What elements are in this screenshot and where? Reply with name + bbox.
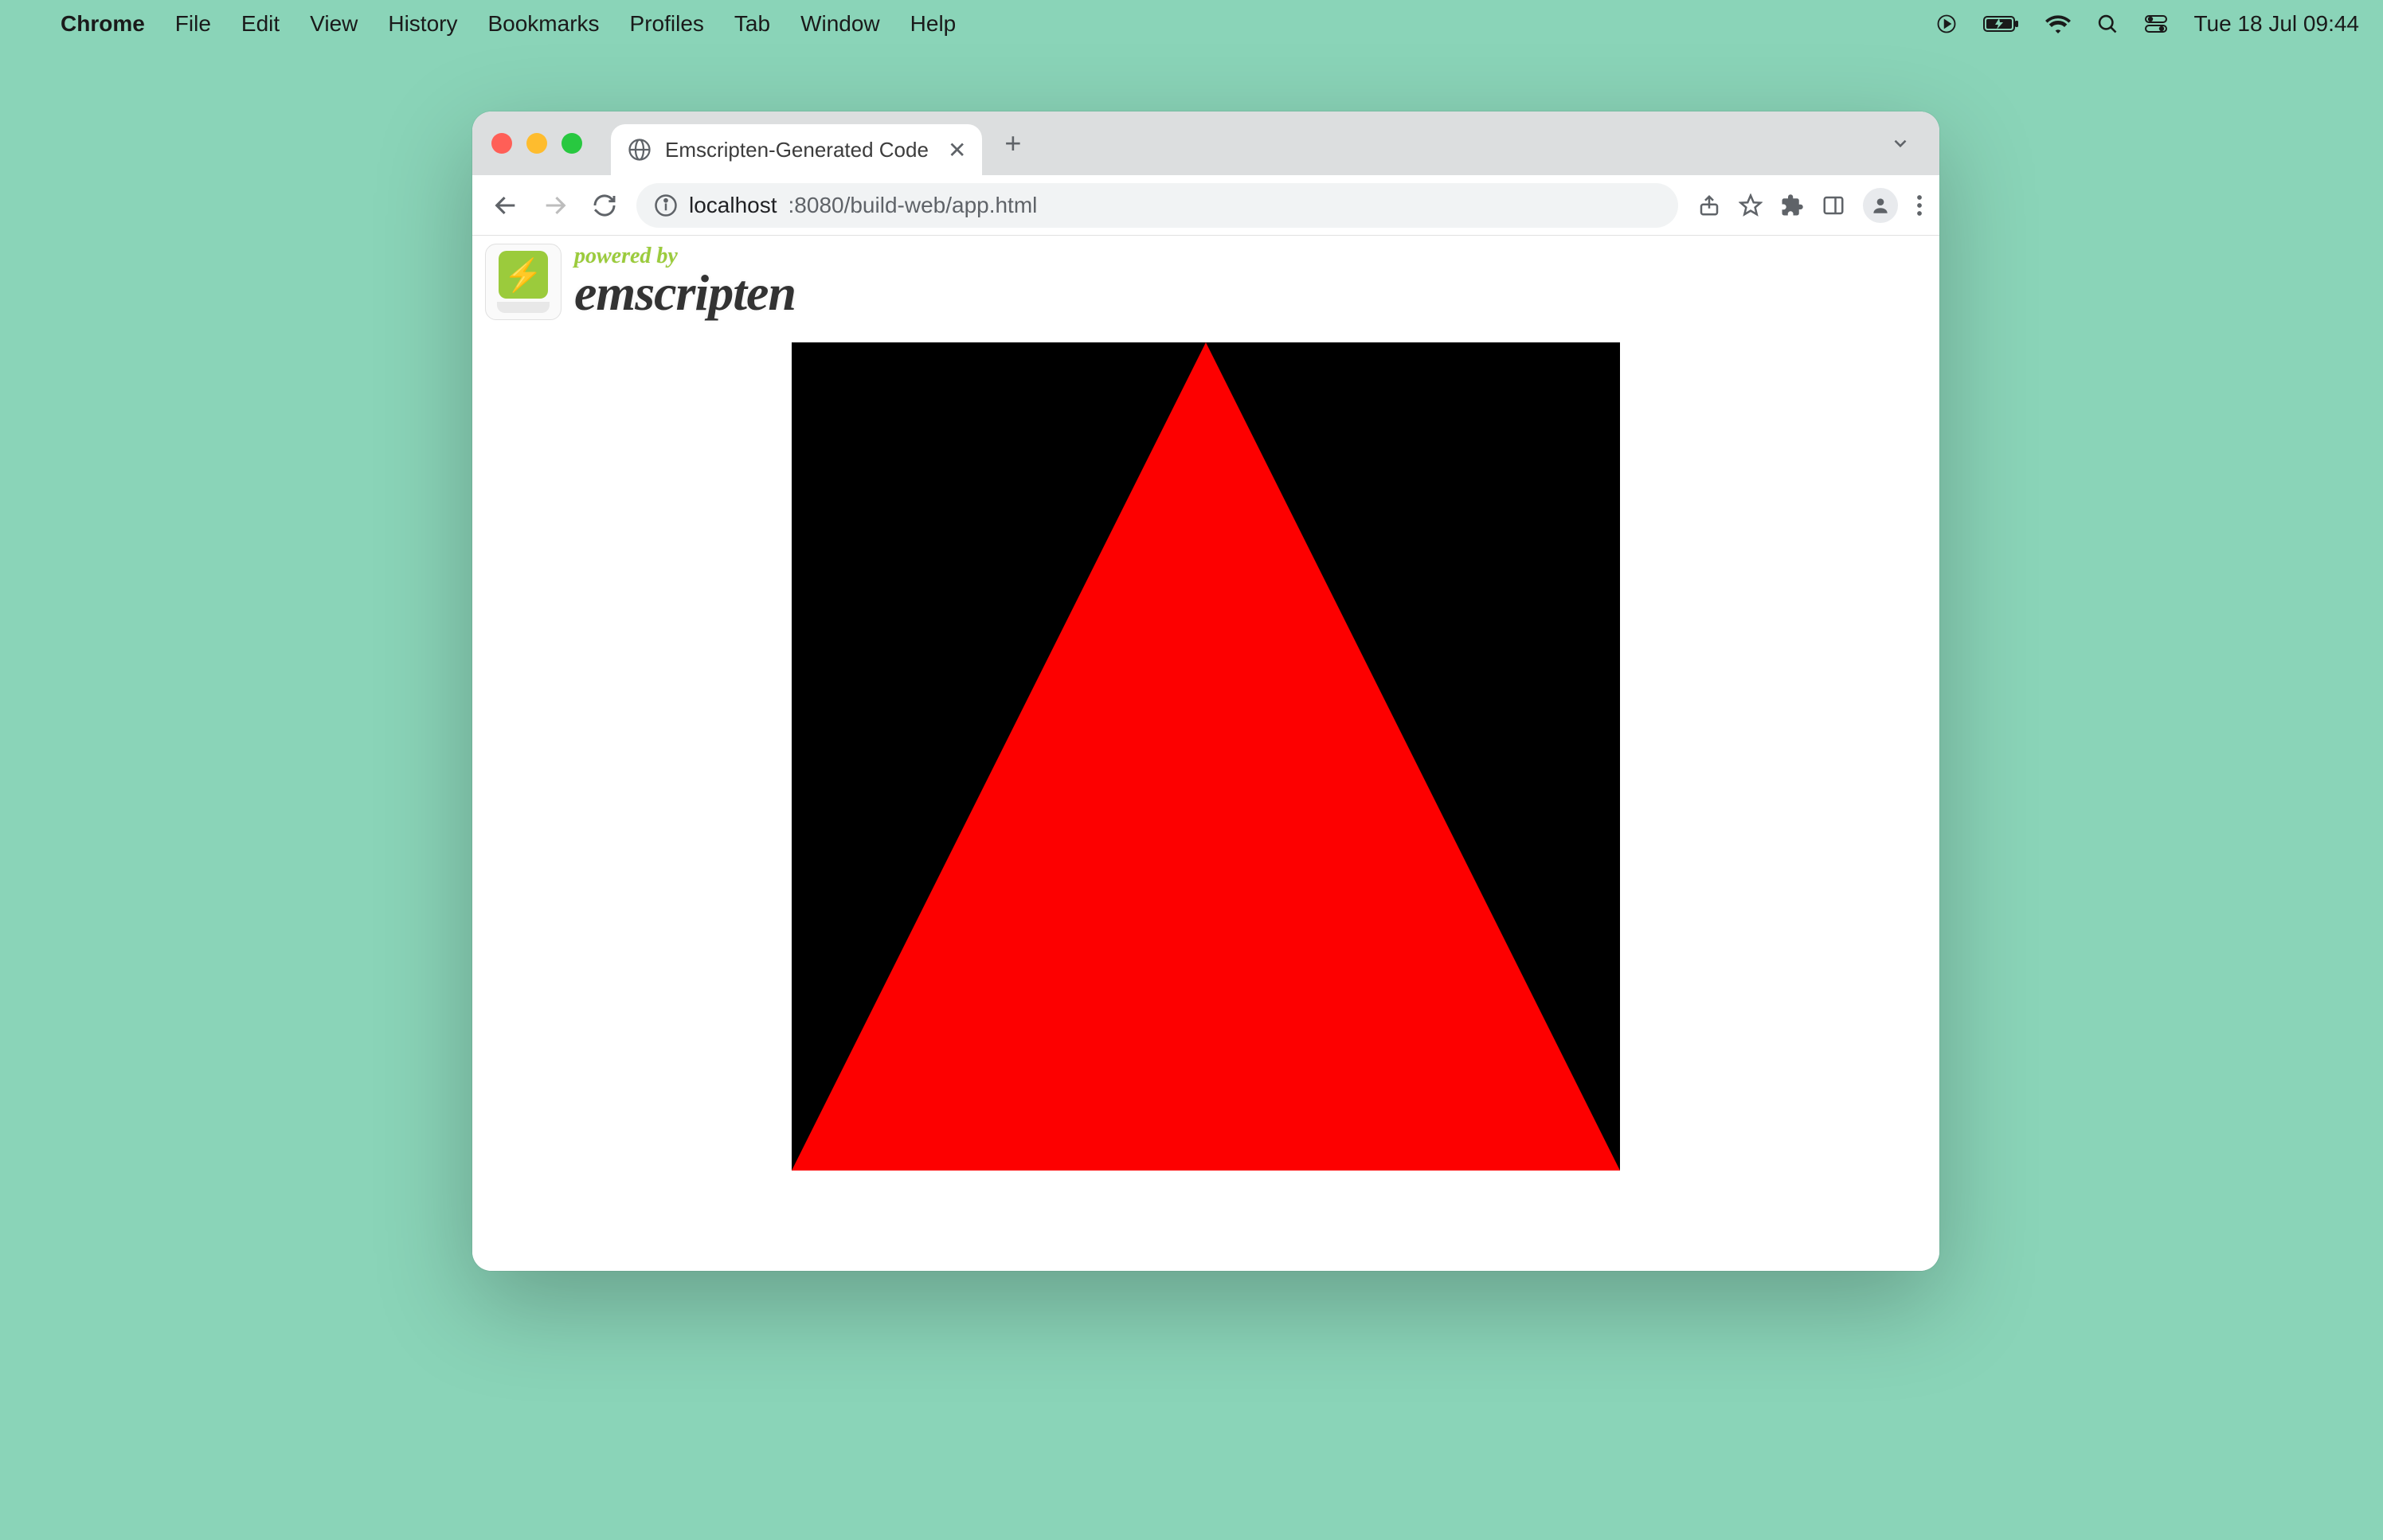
side-panel-icon[interactable] [1821, 193, 1845, 217]
red-triangle-render [792, 342, 1620, 1171]
window-minimize-button[interactable] [526, 133, 547, 154]
menubar-clock[interactable]: Tue 18 Jul 09:44 [2193, 11, 2359, 37]
site-info-icon[interactable] [654, 193, 678, 217]
tab-title: Emscripten-Generated Code [665, 138, 929, 162]
emscripten-logo-icon: ⚡ [485, 244, 562, 320]
url-host: localhost [689, 193, 777, 218]
window-close-button[interactable] [491, 133, 512, 154]
window-controls [491, 133, 582, 154]
battery-icon[interactable] [1983, 14, 2020, 33]
address-bar[interactable]: localhost :8080/build-web/app.html [636, 183, 1678, 228]
macos-menubar: Chrome File Edit View History Bookmarks … [0, 0, 2383, 48]
emscripten-brand: emscripten [574, 268, 796, 319]
bookmark-star-icon[interactable] [1739, 193, 1763, 217]
menu-bookmarks[interactable]: Bookmarks [487, 11, 599, 37]
chrome-window: Emscripten-Generated Code ✕ + localhost:… [472, 111, 1939, 1271]
profile-avatar-button[interactable] [1863, 188, 1898, 223]
menu-file[interactable]: File [175, 11, 211, 37]
tab-strip: Emscripten-Generated Code ✕ + [472, 111, 1939, 175]
extensions-puzzle-icon[interactable] [1780, 193, 1804, 217]
menubar-left: Chrome File Edit View History Bookmarks … [24, 11, 956, 37]
wifi-icon[interactable] [2045, 14, 2071, 33]
url-path: :8080/build-web/app.html [788, 193, 1038, 218]
emscripten-header: ⚡ powered by emscripten [485, 244, 1927, 320]
menu-tab[interactable]: Tab [734, 11, 770, 37]
menu-help[interactable]: Help [910, 11, 957, 37]
emscripten-wordmark: powered by emscripten [574, 245, 796, 319]
nav-reload-button[interactable] [587, 188, 622, 223]
window-zoom-button[interactable] [562, 133, 582, 154]
spotlight-search-icon[interactable] [2096, 13, 2119, 35]
nav-forward-button[interactable] [538, 188, 573, 223]
menu-edit[interactable]: Edit [241, 11, 280, 37]
toolbar-actions [1692, 188, 1923, 223]
active-app-name[interactable]: Chrome [61, 11, 145, 37]
share-icon[interactable] [1697, 193, 1721, 217]
menubar-right: Tue 18 Jul 09:44 [1935, 11, 2359, 37]
menu-window[interactable]: Window [800, 11, 880, 37]
menu-profiles[interactable]: Profiles [630, 11, 704, 37]
globe-favicon-icon [627, 137, 652, 162]
tab-close-button[interactable]: ✕ [948, 137, 966, 163]
browser-tab[interactable]: Emscripten-Generated Code ✕ [611, 124, 982, 175]
nav-back-button[interactable] [488, 188, 523, 223]
webgl-canvas[interactable] [792, 342, 1620, 1171]
control-center-icon[interactable] [2144, 14, 2168, 33]
new-tab-button[interactable]: + [1004, 127, 1021, 160]
screen-record-icon[interactable] [1935, 13, 1958, 35]
menu-history[interactable]: History [388, 11, 457, 37]
menu-view[interactable]: View [310, 11, 358, 37]
browser-toolbar: localhost :8080/build-web/app.html [472, 175, 1939, 236]
webpage-content: ⚡ powered by emscripten [472, 236, 1939, 1271]
tab-list-dropdown-icon[interactable] [1880, 133, 1920, 154]
chrome-menu-kebab-icon[interactable] [1915, 193, 1923, 217]
